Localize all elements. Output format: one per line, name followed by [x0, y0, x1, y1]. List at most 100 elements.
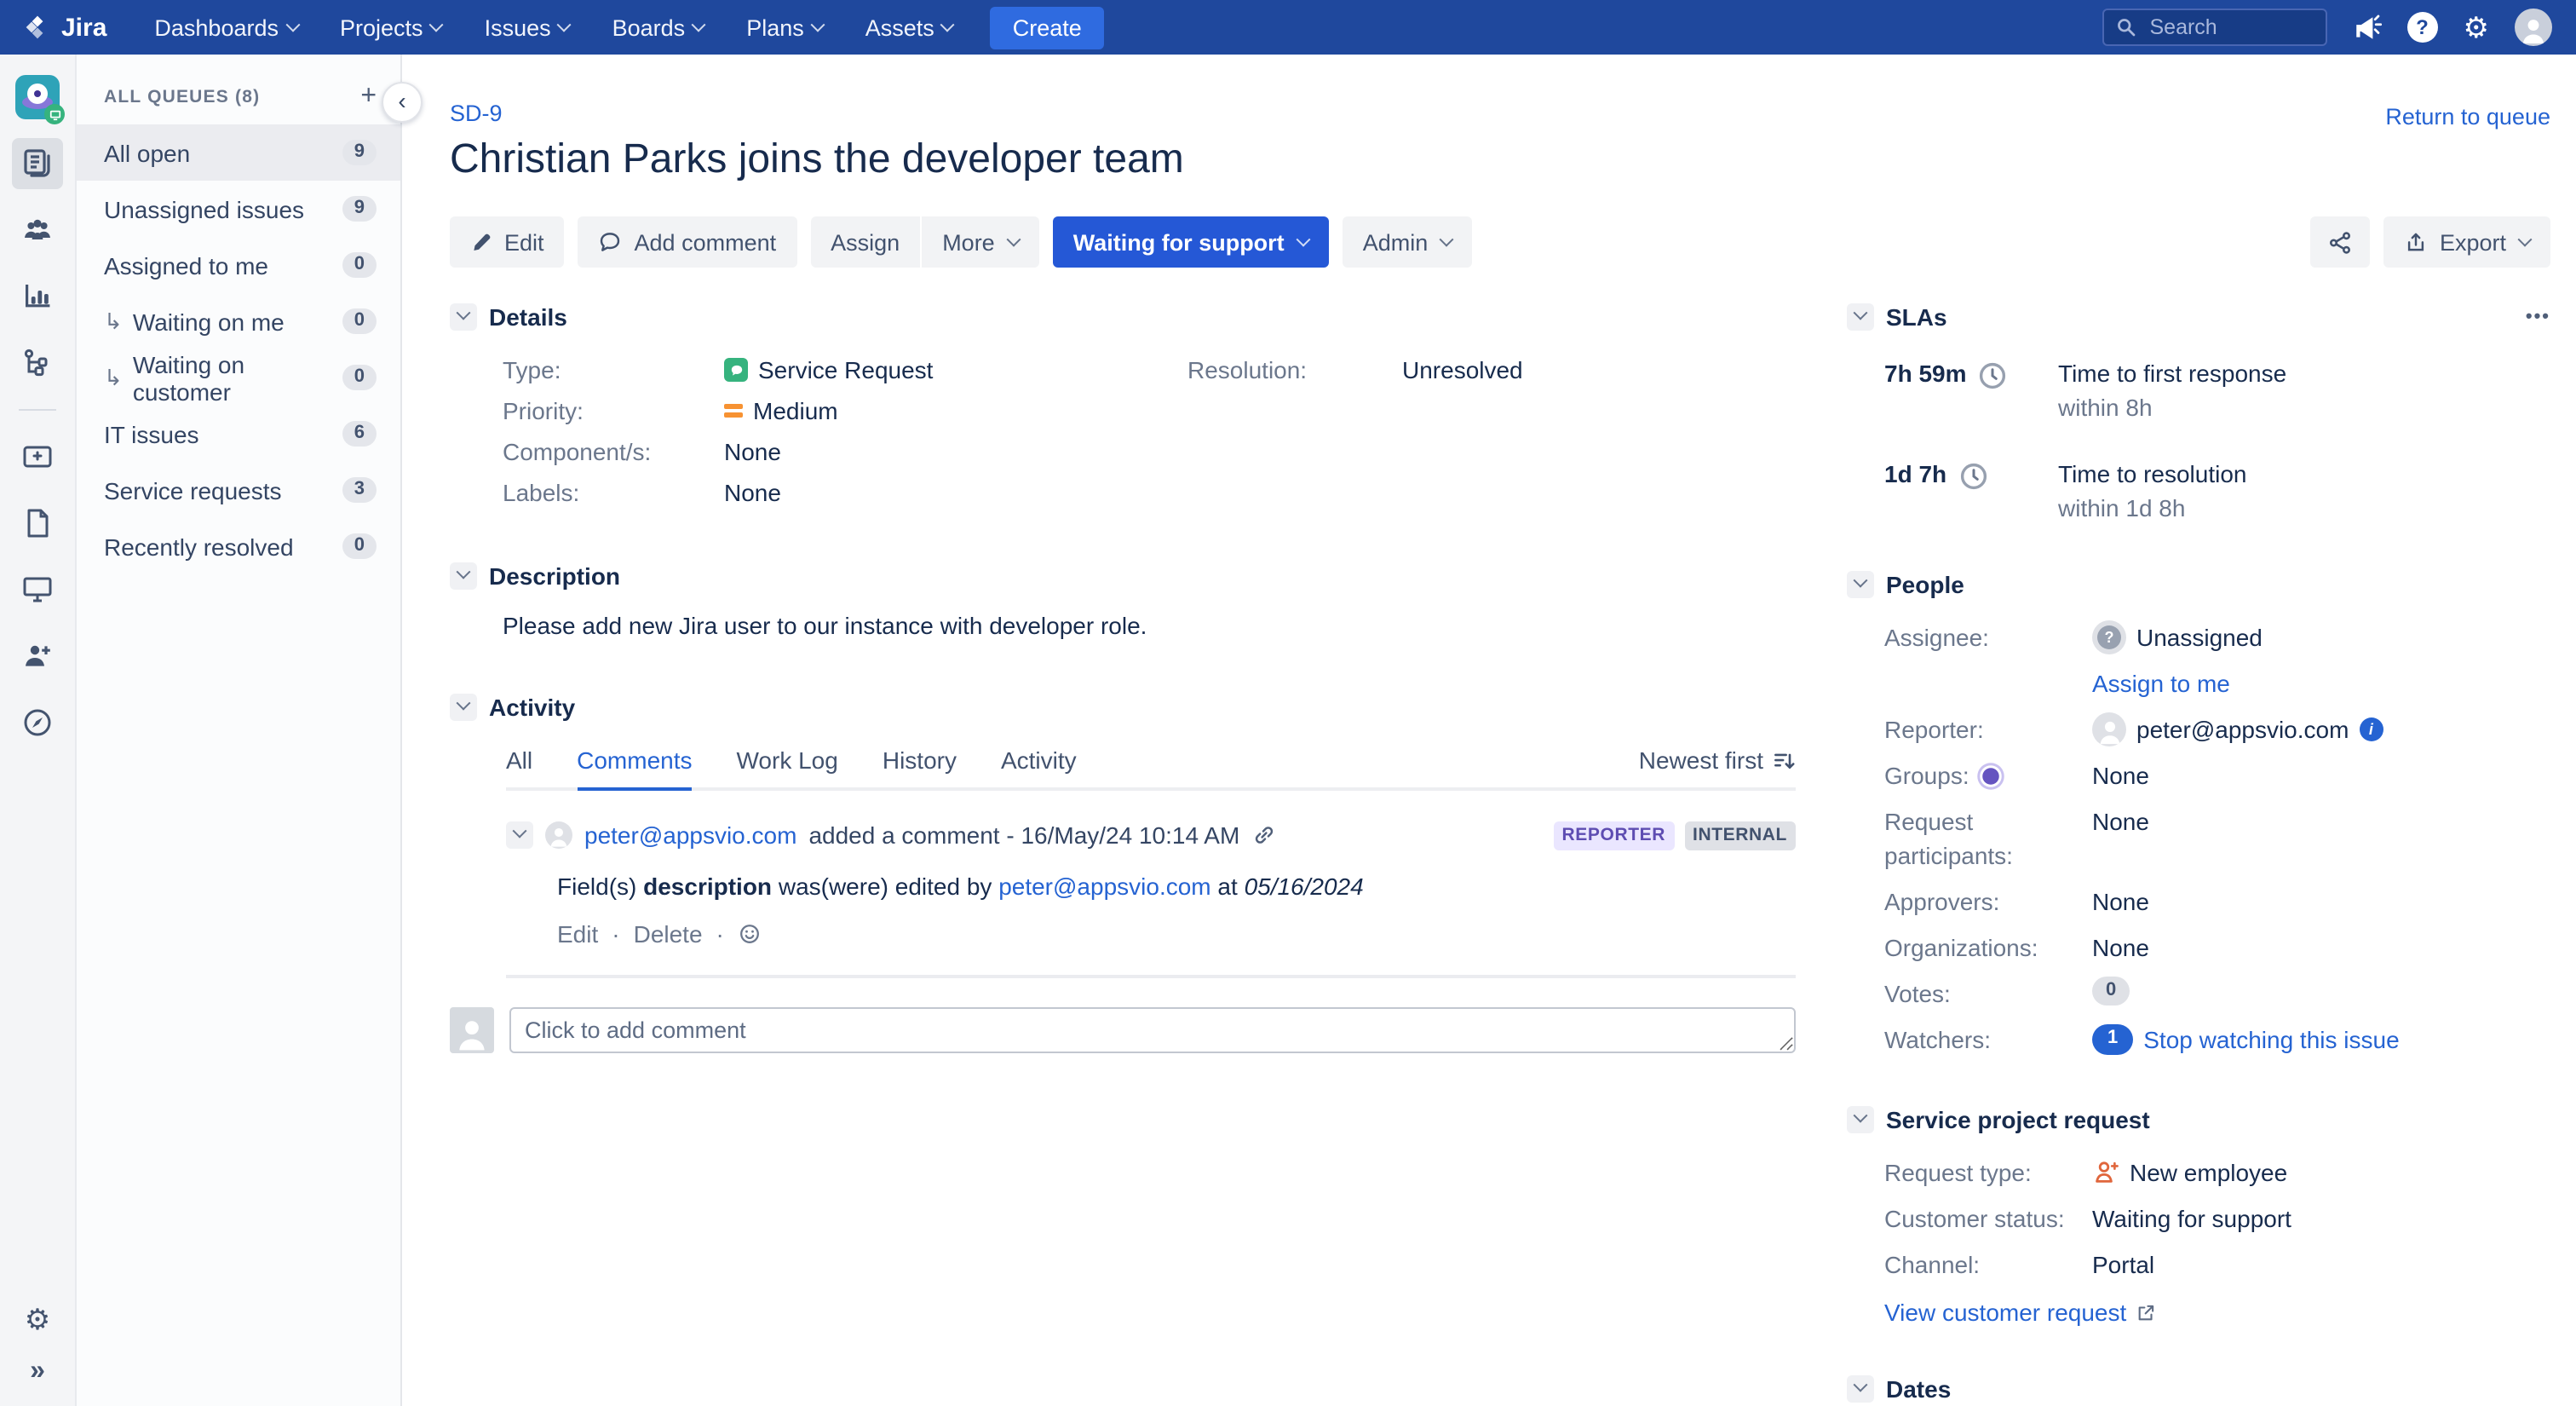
resolution-value: Unresolved: [1402, 356, 1796, 383]
assign-more-group: Assign More: [810, 216, 1039, 268]
comment-actions: Edit · Delete ·: [557, 919, 1796, 947]
nav-item-issues[interactable]: Issues: [485, 14, 570, 40]
queues-title: ALL QUEUES (8): [104, 87, 260, 107]
nav-right: ? ⚙: [2102, 9, 2553, 46]
watchers-row: Watchers: 1 Stop watching this issue: [1884, 1023, 2550, 1057]
issue-actions: Edit Add comment Assign More: [450, 216, 1472, 268]
permalink-icon[interactable]: [1251, 824, 1275, 848]
assign-button[interactable]: Assign: [810, 216, 920, 268]
approvers-row: Approvers: None: [1884, 885, 2550, 919]
stop-watching-link[interactable]: Stop watching this issue: [2143, 1023, 2399, 1057]
rail-item-knowledge-base[interactable]: [12, 498, 63, 549]
tab-history[interactable]: History: [883, 746, 957, 787]
add-comment-button[interactable]: Add comment: [578, 216, 797, 268]
nav-item-plans[interactable]: Plans: [746, 14, 823, 40]
collapse-activity-icon[interactable]: [450, 694, 477, 721]
dates-title: Dates: [1886, 1375, 1951, 1403]
more-button[interactable]: More: [922, 216, 1039, 268]
tab-activity[interactable]: Activity: [1001, 746, 1077, 787]
slas-more-icon[interactable]: •••: [2526, 307, 2550, 327]
rail-item-workflows[interactable]: [12, 337, 63, 389]
request-participants-value: None: [2092, 804, 2149, 838]
chevron-down-icon: [429, 18, 444, 32]
queue-item-waiting-on-me[interactable]: ↳ Waiting on me 0: [77, 293, 400, 349]
expand-sidebar-icon[interactable]: »: [30, 1358, 45, 1386]
queue-item-all-open[interactable]: All open 9: [77, 124, 400, 181]
collapse-people-icon[interactable]: [1847, 571, 1874, 598]
create-button[interactable]: Create: [991, 6, 1104, 49]
watchers-badge[interactable]: 1: [2092, 1025, 2133, 1054]
collapse-details-icon[interactable]: [450, 303, 477, 331]
tab-comments[interactable]: Comments: [577, 746, 692, 791]
edit-button[interactable]: Edit: [450, 216, 565, 268]
settings-gear-icon[interactable]: ⚙: [2464, 13, 2490, 42]
export-button[interactable]: Export: [2383, 216, 2550, 268]
chevron-down-icon: [1296, 233, 1310, 247]
rail-item-customers[interactable]: [12, 205, 63, 256]
collapse-service-request-icon[interactable]: [1847, 1106, 1874, 1133]
collapse-slas-icon[interactable]: [1847, 303, 1874, 331]
project-settings-gear-icon[interactable]: ⚙: [25, 1305, 51, 1334]
comment-edit-link[interactable]: Edit: [557, 919, 598, 947]
queue-item-recently-resolved[interactable]: Recently resolved 0: [77, 518, 400, 574]
slas-section: SLAs ••• 7h 59m: [1847, 303, 2550, 521]
collapse-comment-icon[interactable]: [506, 822, 533, 850]
rail-item-channels[interactable]: [12, 564, 63, 615]
comment-author-link[interactable]: peter@appsvio.com: [584, 822, 796, 850]
groups-app-icon[interactable]: [1982, 767, 1999, 784]
assign-to-me-link[interactable]: Assign to me: [2092, 666, 2230, 700]
tab-all[interactable]: All: [506, 746, 532, 787]
queue-item-waiting-on-customer[interactable]: ↳ Waiting on customer 0: [77, 349, 400, 406]
rail-item-raise-request[interactable]: [12, 431, 63, 482]
chevron-down-icon: [692, 18, 706, 32]
current-user-avatar: [450, 1006, 494, 1052]
status-button[interactable]: Waiting for support: [1053, 216, 1329, 268]
rail-item-queues[interactable]: [12, 138, 63, 189]
info-icon[interactable]: i: [2359, 717, 2383, 741]
share-button[interactable]: [2310, 216, 2370, 268]
tab-work-log[interactable]: Work Log: [737, 746, 838, 787]
help-icon[interactable]: ?: [2407, 12, 2438, 43]
add-comment-textarea[interactable]: [509, 1006, 1796, 1052]
sort-order-control[interactable]: Newest first: [1639, 746, 1796, 787]
nav-item-dashboards[interactable]: Dashboards: [154, 14, 297, 40]
nav-item-projects[interactable]: Projects: [340, 14, 442, 40]
service-project-request-section: Service project request Request type: Ne…: [1847, 1106, 2550, 1326]
queue-item-unassigned-issues[interactable]: Unassigned issues 9: [77, 181, 400, 237]
nav-item-boards[interactable]: Boards: [612, 14, 704, 40]
return-to-queue-link[interactable]: Return to queue: [2385, 104, 2550, 130]
queue-item-service-requests[interactable]: Service requests 3: [77, 462, 400, 518]
user-avatar[interactable]: [2515, 9, 2552, 46]
internal-badge: INTERNAL: [1684, 821, 1796, 850]
rail-item-discover[interactable]: [12, 697, 63, 748]
queue-item-assigned-to-me[interactable]: Assigned to me 0: [77, 237, 400, 293]
collapse-panel-button[interactable]: ‹: [382, 82, 423, 123]
collapse-dates-icon[interactable]: [1847, 1375, 1874, 1403]
comment-delete-link[interactable]: Delete: [634, 919, 703, 947]
queue-count-badge: 0: [342, 308, 377, 334]
comment-bubble-icon: [599, 230, 623, 254]
queue-count-badge: 0: [342, 252, 377, 278]
view-customer-request-link[interactable]: View customer request: [1884, 1299, 2126, 1326]
issue-side-column: SLAs ••• 7h 59m: [1847, 303, 2550, 1406]
rail-item-reports[interactable]: [12, 271, 63, 322]
queue-item-it-issues[interactable]: IT issues 6: [77, 406, 400, 462]
rail-item-invite-team[interactable]: [12, 631, 63, 682]
nav-item-assets[interactable]: Assets: [865, 14, 953, 40]
request-participants-row: Request participants: None: [1884, 804, 2550, 873]
jira-logo-icon: [24, 14, 51, 41]
jira-logo[interactable]: Jira: [24, 13, 106, 42]
add-queue-icon[interactable]: +: [360, 84, 377, 111]
comment-body-author-link[interactable]: peter@appsvio.com: [998, 872, 1210, 899]
add-reaction-icon[interactable]: [738, 921, 762, 945]
admin-button[interactable]: Admin: [1343, 216, 1473, 268]
collapse-description-icon[interactable]: [450, 562, 477, 590]
project-avatar[interactable]: [15, 75, 60, 119]
announcement-icon[interactable]: [2353, 13, 2382, 42]
search-input[interactable]: [2147, 14, 2314, 41]
queues-panel: ALL QUEUES (8) + All open 9 Unassigned i…: [77, 55, 402, 1406]
queue-count-badge: 9: [342, 196, 377, 222]
issue-key-link[interactable]: SD-9: [450, 101, 1472, 126]
reporter-value: peter@appsvio.com: [2136, 712, 2349, 746]
search-box[interactable]: [2102, 9, 2327, 46]
